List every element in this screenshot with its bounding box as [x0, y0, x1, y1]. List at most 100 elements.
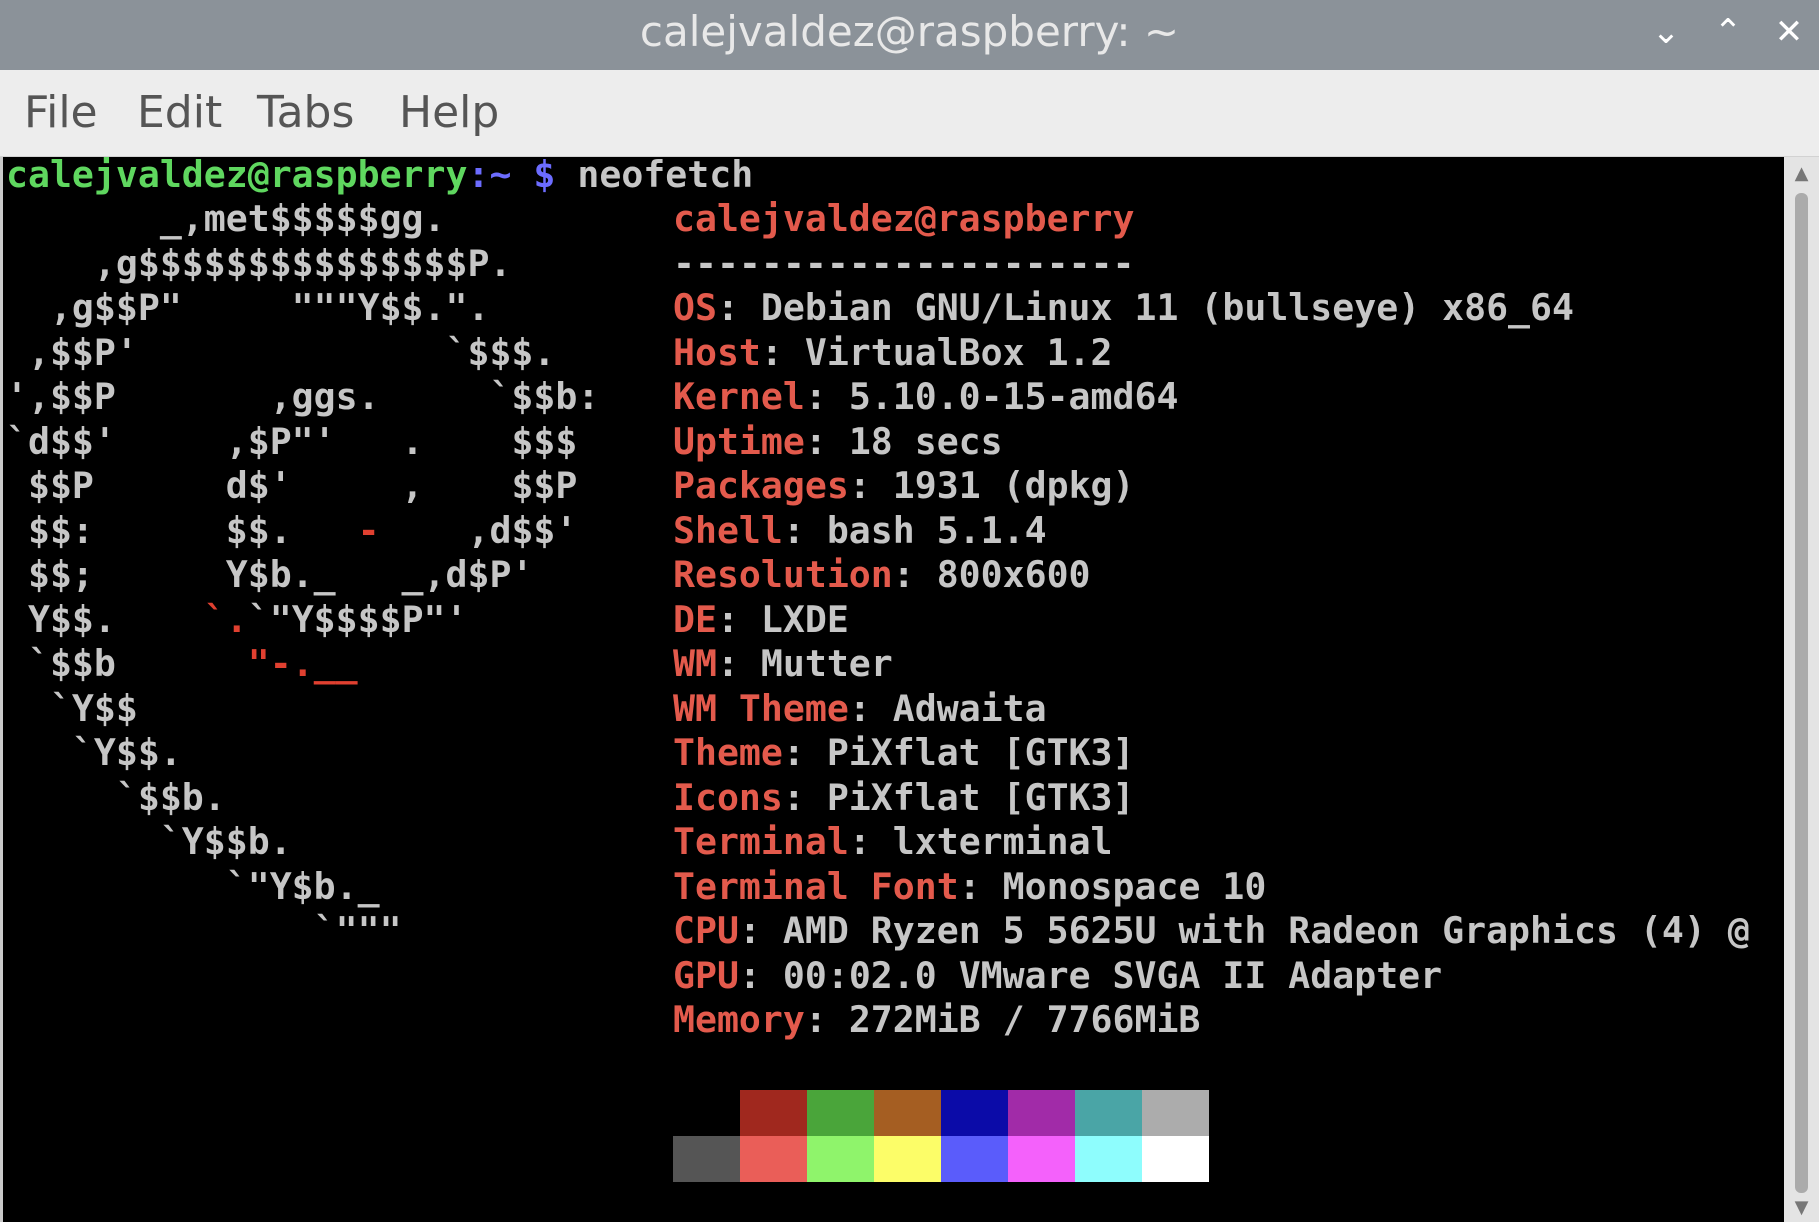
chevron-down-icon: ⌄ — [1651, 12, 1681, 52]
info-row: Resolution: 800x600 — [673, 553, 1091, 596]
info-row: Theme: PiXflat [GTK3] — [673, 731, 1135, 774]
scrollbar[interactable]: ▲ ▼ — [1784, 157, 1819, 1222]
logo-line: `$$b "-.__ — [6, 642, 358, 685]
info-key: Kernel — [673, 375, 805, 418]
info-key: Terminal Font — [673, 864, 959, 908]
prompt-command: neofetch — [555, 157, 754, 196]
color-swatch-normal-3 — [874, 1090, 941, 1136]
logo-line: `"Y$b._ — [6, 864, 380, 908]
color-swatch-bright-3 — [874, 1136, 941, 1182]
prompt-path: :~ — [467, 157, 512, 196]
logo-line: `""" — [6, 909, 402, 952]
logo-line: `d$$' ,$P"' . $$$ — [6, 419, 578, 463]
info-key: WM Theme — [673, 686, 849, 730]
color-palette — [673, 1090, 1209, 1182]
close-icon: ✕ — [1774, 12, 1804, 52]
menu-tabs[interactable]: Tabs — [257, 70, 354, 156]
menu-file[interactable]: File — [24, 70, 98, 156]
color-swatch-normal-0 — [673, 1090, 740, 1136]
info-value: AMD Ryzen 5 5625U with Radeon Graphics (… — [782, 909, 1750, 952]
color-swatch-bright-0 — [673, 1136, 740, 1182]
info-value: lxterminal — [892, 820, 1113, 863]
color-swatch-bright-1 — [740, 1136, 807, 1182]
info-value: VirtualBox 1.2 — [804, 330, 1113, 374]
window-title: calejvaldez@raspberry: ~ — [639, 7, 1180, 56]
info-row: GPU: 00:02.0 VMware SVGA II Adapter — [673, 953, 1443, 997]
color-swatch-normal-2 — [807, 1090, 874, 1136]
logo-line: ,g$$$$$$$$$$$$$$$P. — [6, 241, 512, 285]
info-value: 5.10.0-15-amd64 — [848, 375, 1179, 418]
info-row: Uptime: 18 secs — [673, 419, 1003, 463]
info-header-user-host: calejvaldez@raspberry — [673, 197, 1135, 240]
info-key: WM — [673, 642, 717, 685]
info-row: Terminal Font: Monospace 10 — [673, 864, 1267, 908]
info-value: 1931 (dpkg) — [892, 464, 1135, 507]
logo-line: `Y$$b. — [6, 820, 292, 863]
info-row: CPU: AMD Ryzen 5 5625U with Radeon Graph… — [673, 909, 1750, 952]
color-swatch-normal-7 — [1142, 1090, 1209, 1136]
system-info-block: calejvaldez@raspberry ------------------… — [673, 197, 1750, 1043]
minimize-button[interactable]: ⌄ — [1642, 8, 1690, 56]
info-key: Theme — [673, 731, 783, 774]
logo-line: ',$$P ,ggs. `$$b: — [6, 375, 600, 418]
info-key: Shell — [673, 508, 783, 552]
info-key: Packages — [673, 464, 849, 507]
color-swatch-bright-2 — [807, 1136, 874, 1182]
scrollbar-thumb[interactable] — [1795, 193, 1808, 1193]
info-value: PiXflat [GTK3] — [826, 775, 1135, 819]
info-key: Uptime — [673, 419, 805, 463]
info-value: Debian GNU/Linux 11 (bullseye) x86_64 — [760, 286, 1574, 329]
info-row: Memory: 272MiB / 7766MiB — [673, 998, 1201, 1041]
info-value: LXDE — [760, 597, 849, 641]
info-value: 272MiB / 7766MiB — [848, 998, 1201, 1041]
info-key: Memory — [673, 998, 805, 1041]
logo-line: `Y$$ — [6, 686, 138, 730]
info-value: bash 5.1.4 — [826, 508, 1047, 552]
color-swatch-bright-4 — [941, 1136, 1008, 1182]
logo-line: $$P d$' , $$P — [6, 464, 578, 507]
color-swatch-bright-7 — [1142, 1136, 1209, 1182]
info-key: GPU — [673, 953, 739, 997]
scroll-down-arrow-icon[interactable]: ▼ — [1784, 1194, 1819, 1222]
color-swatch-bright-6 — [1075, 1136, 1142, 1182]
info-row: Packages: 1931 (dpkg) — [673, 464, 1135, 507]
logo-line: ,g$$P" """Y$$.". — [6, 286, 490, 329]
title-bar[interactable]: calejvaldez@raspberry: ~ ⌄ ⌃ ✕ — [0, 0, 1819, 70]
scroll-up-arrow-icon[interactable]: ▲ — [1784, 157, 1819, 187]
info-value: Adwaita — [892, 686, 1047, 730]
info-row: Host: VirtualBox 1.2 — [673, 330, 1113, 374]
logo-line: `$$b. — [6, 775, 226, 819]
info-row: WM: Mutter — [673, 642, 893, 685]
menu-edit[interactable]: Edit — [137, 70, 222, 156]
prompt-symbol: $ — [511, 157, 556, 196]
color-swatch-normal-6 — [1075, 1090, 1142, 1136]
color-swatch-bright-5 — [1008, 1136, 1075, 1182]
color-swatch-normal-4 — [941, 1090, 1008, 1136]
chevron-up-icon: ⌃ — [1713, 12, 1743, 52]
logo-line: _,met$$$$$gg. — [6, 197, 446, 240]
close-button[interactable]: ✕ — [1765, 8, 1813, 56]
info-row: Terminal: lxterminal — [673, 820, 1113, 863]
info-value: PiXflat [GTK3] — [826, 731, 1135, 774]
info-key: Icons — [673, 775, 783, 819]
terminal-window: calejvaldez@raspberry: ~ ⌄ ⌃ ✕ File Edit… — [0, 0, 1819, 1222]
info-value: Monospace 10 — [1002, 864, 1267, 908]
info-row: Kernel: 5.10.0-15-amd64 — [673, 375, 1179, 418]
menu-bar: File Edit Tabs Help — [0, 70, 1819, 157]
logo-line: `Y$$. — [6, 731, 182, 774]
info-row: Shell: bash 5.1.4 — [673, 508, 1047, 552]
info-key: DE — [673, 597, 717, 641]
maximize-button[interactable]: ⌃ — [1704, 8, 1752, 56]
info-value: 18 secs — [848, 419, 1003, 463]
info-row: DE: LXDE — [673, 597, 849, 641]
info-header-underline: --------------------- — [673, 241, 1135, 285]
terminal-area[interactable]: calejvaldez@raspberry:~ $ neofetch _,met… — [3, 157, 1784, 1222]
color-swatch-normal-5 — [1008, 1090, 1075, 1136]
logo-line: $$; Y$b._ _,d$P' — [6, 553, 534, 596]
logo-line: ,$$P' `$$$. — [6, 330, 556, 374]
info-key: Terminal — [673, 820, 849, 863]
info-key: Host — [673, 330, 761, 374]
command-prompt-line: calejvaldez@raspberry:~ $ neofetch — [6, 157, 753, 198]
info-key: Resolution — [673, 553, 893, 596]
menu-help[interactable]: Help — [399, 70, 499, 156]
